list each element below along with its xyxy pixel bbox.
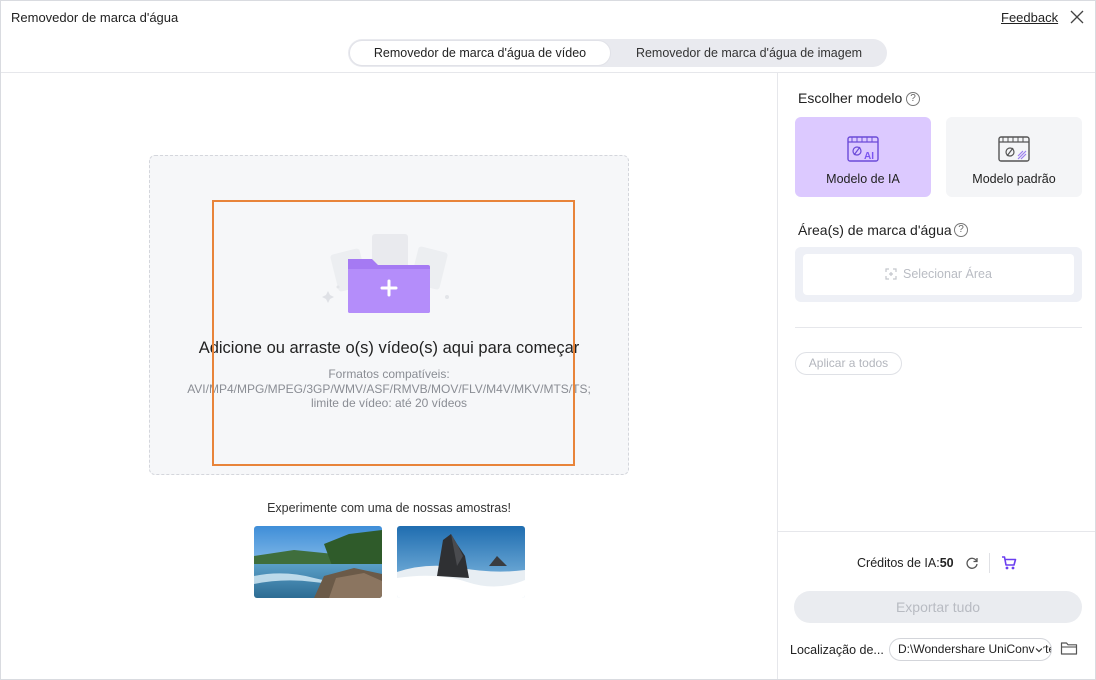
location-label: Localização de...: [790, 643, 884, 657]
standard-model-icon: [998, 136, 1030, 162]
add-folder-icon[interactable]: [316, 229, 456, 319]
formats-label: Formatos compatíveis:: [328, 367, 450, 381]
tab-image-watermark[interactable]: Removedor de marca d'água de imagem: [612, 40, 886, 66]
watermark-area-box: Selecionar Área: [795, 247, 1082, 302]
feedback-link[interactable]: Feedback: [1001, 10, 1058, 25]
title-bar: Removedor de marca d'água Feedback: [1, 1, 1095, 35]
sample-thumbnail-river[interactable]: [254, 526, 382, 598]
select-area-button[interactable]: Selecionar Área: [803, 254, 1074, 295]
export-all-button[interactable]: Exportar tudo: [794, 591, 1082, 623]
formats-list: AVI/MP4/MPG/MPEG/3GP/WMV/ASF/RMVB/MOV/FL…: [187, 381, 591, 396]
ai-credits: Créditos de IA:50: [857, 556, 954, 570]
output-location-value: D:\Wondershare UniConverter: [898, 642, 1052, 656]
output-location-select[interactable]: D:\Wondershare UniConverter: [889, 638, 1052, 661]
help-icon[interactable]: ?: [954, 223, 968, 237]
standard-model-card[interactable]: Modelo padrão: [946, 117, 1082, 197]
supported-formats: Formatos compatíveis: AVI/MP4/MPG/MPEG/3…: [149, 367, 629, 411]
samples-label: Experimente com uma de nossas amostras!: [267, 501, 511, 515]
ai-model-card[interactable]: AI Modelo de IA: [795, 117, 931, 197]
ai-model-label: Modelo de IA: [826, 172, 900, 186]
app-window: Removedor de marca d'água Feedback Remov…: [0, 0, 1096, 680]
cart-icon[interactable]: [1001, 555, 1017, 571]
credits-separator: [989, 553, 990, 573]
model-section-title: Escolher modelo: [798, 90, 903, 106]
watermark-area-title: Área(s) de marca d'água: [798, 222, 952, 238]
standard-model-label: Modelo padrão: [972, 172, 1056, 186]
ai-credits-label: Créditos de IA:: [857, 556, 940, 570]
chevron-down-icon: [1035, 646, 1043, 654]
mode-tabs: Removedor de marca d'água de vídeo Remov…: [348, 39, 887, 67]
panel-bottom-divider: [778, 531, 1095, 532]
help-icon[interactable]: ?: [906, 92, 920, 106]
close-icon[interactable]: [1067, 7, 1087, 27]
ai-model-icon: AI: [847, 136, 879, 162]
settings-panel: Escolher modelo ? AI Modelo de IA Modelo…: [777, 73, 1095, 679]
app-title: Removedor de marca d'água: [11, 10, 179, 25]
apply-all-button[interactable]: Aplicar a todos: [795, 352, 902, 375]
svg-text:AI: AI: [864, 151, 874, 162]
tab-video-watermark[interactable]: Removedor de marca d'água de vídeo: [349, 40, 611, 66]
select-area-icon: [885, 268, 897, 280]
drop-zone-title: Adicione ou arraste o(s) vídeo(s) aqui p…: [198, 339, 580, 357]
open-folder-icon[interactable]: [1060, 640, 1078, 656]
refresh-icon[interactable]: [965, 556, 979, 570]
video-limit: limite de vídeo: até 20 vídeos: [310, 396, 468, 410]
select-area-label: Selecionar Área: [903, 267, 992, 281]
panel-divider: [795, 327, 1082, 328]
sample-thumbnail-rock[interactable]: [397, 526, 525, 598]
ai-credits-value: 50: [939, 556, 954, 570]
